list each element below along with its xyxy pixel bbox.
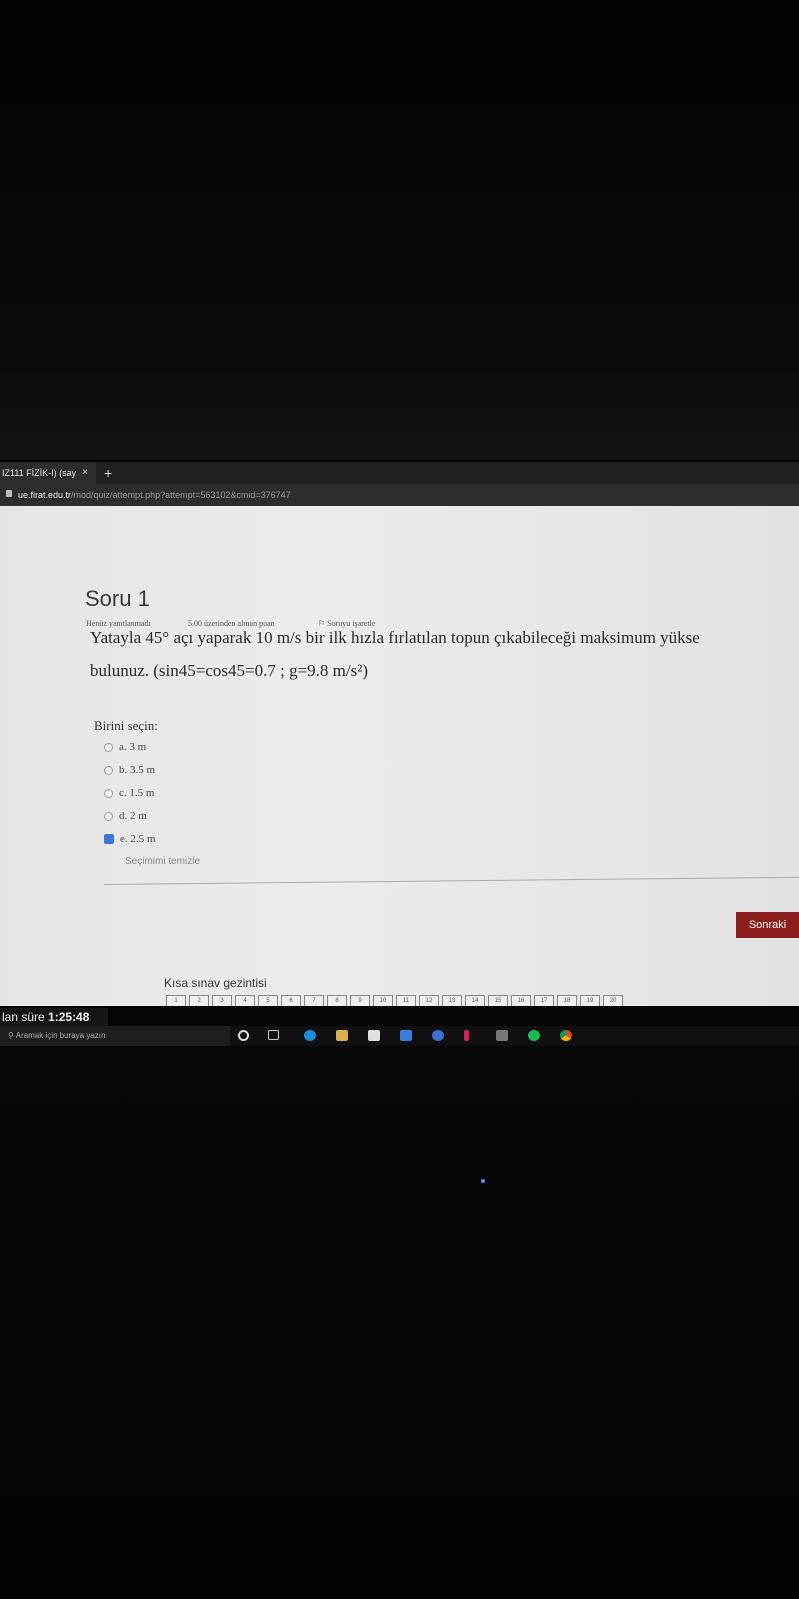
- mail-icon[interactable]: [400, 1030, 412, 1041]
- edge-icon[interactable]: [304, 1030, 316, 1041]
- flag-question-link[interactable]: ⚐ Soruyu işaretle: [318, 619, 375, 628]
- quiz-nav-button[interactable]: 17: [534, 995, 554, 1006]
- quiz-nav-button[interactable]: 3: [212, 995, 232, 1006]
- address-bar[interactable]: ue.firat.edu.tr/mod/quiz/attempt.php?att…: [0, 484, 799, 506]
- quiz-navigation-title: Kısa sınav gezintisi: [164, 976, 267, 990]
- radio-button[interactable]: [104, 742, 113, 752]
- quiz-nav-button[interactable]: 10: [373, 995, 393, 1006]
- new-tab-button[interactable]: +: [104, 462, 112, 484]
- quiz-nav-button[interactable]: 8: [327, 995, 347, 1006]
- quiz-nav-button[interactable]: 12: [419, 995, 439, 1006]
- radio-button[interactable]: [104, 788, 113, 798]
- next-button[interactable]: Sonraki: [736, 912, 799, 938]
- question-status: Henüz yanıtlanmadı: [86, 619, 151, 628]
- radio-button[interactable]: [104, 765, 113, 775]
- clear-choice-link[interactable]: Seçimimi temizle: [125, 856, 200, 867]
- quiz-nav-button[interactable]: 16: [511, 995, 531, 1006]
- radio-button-selected[interactable]: [104, 834, 114, 845]
- quiz-nav-button[interactable]: 7: [304, 995, 324, 1006]
- divider: [103, 876, 799, 885]
- file-explorer-icon[interactable]: [336, 1030, 348, 1041]
- url-path: /mod/quiz/attempt.php?attempt=563102&cmi…: [71, 490, 291, 500]
- cortana-icon[interactable]: [238, 1030, 249, 1041]
- answer-option-c[interactable]: c. 1.5 m: [104, 787, 154, 803]
- answer-option-e[interactable]: e. 2.5 m: [104, 833, 155, 849]
- choose-one-label: Birini seçin:: [94, 718, 158, 733]
- answer-option-a[interactable]: a. 3 m: [104, 741, 146, 757]
- quiz-page: Soru 1 Henüz yanıtlanmadı 5.00 üzerinden…: [0, 506, 799, 1006]
- quiz-nav-button[interactable]: 2: [189, 995, 209, 1006]
- browser-tab-bar: IZ111 FİZİK-I) (say × +: [0, 462, 799, 484]
- flag-icon: ⚐: [318, 619, 326, 628]
- lock-icon: [6, 490, 12, 497]
- question-title: Soru 1: [85, 586, 150, 611]
- browser-tab[interactable]: IZ111 FİZİK-I) (say ×: [0, 462, 96, 484]
- answer-option-b[interactable]: b. 3.5 m: [104, 764, 155, 780]
- laptop-keyboard-background: [0, 1046, 799, 1599]
- quiz-nav-button[interactable]: 1: [166, 995, 186, 1006]
- app-icon-2[interactable]: [464, 1030, 469, 1041]
- task-view-icon[interactable]: [268, 1030, 279, 1040]
- question-points: 5.00 üzerinden alınan puan: [188, 619, 275, 628]
- radio-button[interactable]: [104, 811, 113, 821]
- quiz-nav-button[interactable]: 20: [603, 995, 623, 1006]
- question-text-line-1: Yatayla 45° açı yaparak 10 m/s bir ilk h…: [90, 628, 700, 647]
- url-domain: ue.firat.edu.tr: [18, 490, 72, 500]
- chrome-icon[interactable]: [560, 1030, 572, 1041]
- quiz-nav-button[interactable]: 13: [442, 995, 462, 1006]
- windows-taskbar: ⚲ Aramak için buraya yazın: [0, 1026, 799, 1046]
- quiz-nav-button[interactable]: 11: [396, 995, 416, 1006]
- spotify-icon[interactable]: [528, 1030, 540, 1041]
- tab-close-icon[interactable]: ×: [82, 462, 88, 484]
- quiz-nav-button[interactable]: 6: [281, 995, 301, 1006]
- screen-bezel-dark: [0, 0, 799, 460]
- timer-value: 1:25:48: [48, 1010, 90, 1024]
- status-led: [481, 1179, 485, 1183]
- quiz-nav-button[interactable]: 9: [350, 995, 370, 1006]
- question-text-line-2: bulunuz. (sin45=cos45=0.7 ; g=9.8 m/s²): [90, 661, 368, 680]
- timer-label: lan süre: [2, 1010, 45, 1024]
- app-icon[interactable]: [432, 1030, 444, 1041]
- taskbar-search[interactable]: ⚲ Aramak için buraya yazın: [0, 1026, 230, 1046]
- calculator-icon[interactable]: [496, 1030, 508, 1041]
- search-icon: ⚲: [8, 1031, 14, 1040]
- store-icon[interactable]: [368, 1030, 380, 1041]
- url-text[interactable]: ue.firat.edu.tr/mod/quiz/attempt.php?att…: [18, 484, 291, 506]
- time-left: lan süre 1:25:48: [0, 1008, 108, 1026]
- answer-option-d[interactable]: d. 2 m: [104, 810, 147, 826]
- tab-title: IZ111 FİZİK-I) (say: [2, 468, 77, 478]
- quiz-nav-button[interactable]: 4: [235, 995, 255, 1006]
- quiz-nav-button[interactable]: 15: [488, 995, 508, 1006]
- quiz-nav-button[interactable]: 18: [557, 995, 577, 1006]
- quiz-nav-button[interactable]: 14: [465, 995, 485, 1006]
- quiz-nav-button[interactable]: 5: [258, 995, 278, 1006]
- quiz-nav-button[interactable]: 19: [580, 995, 600, 1006]
